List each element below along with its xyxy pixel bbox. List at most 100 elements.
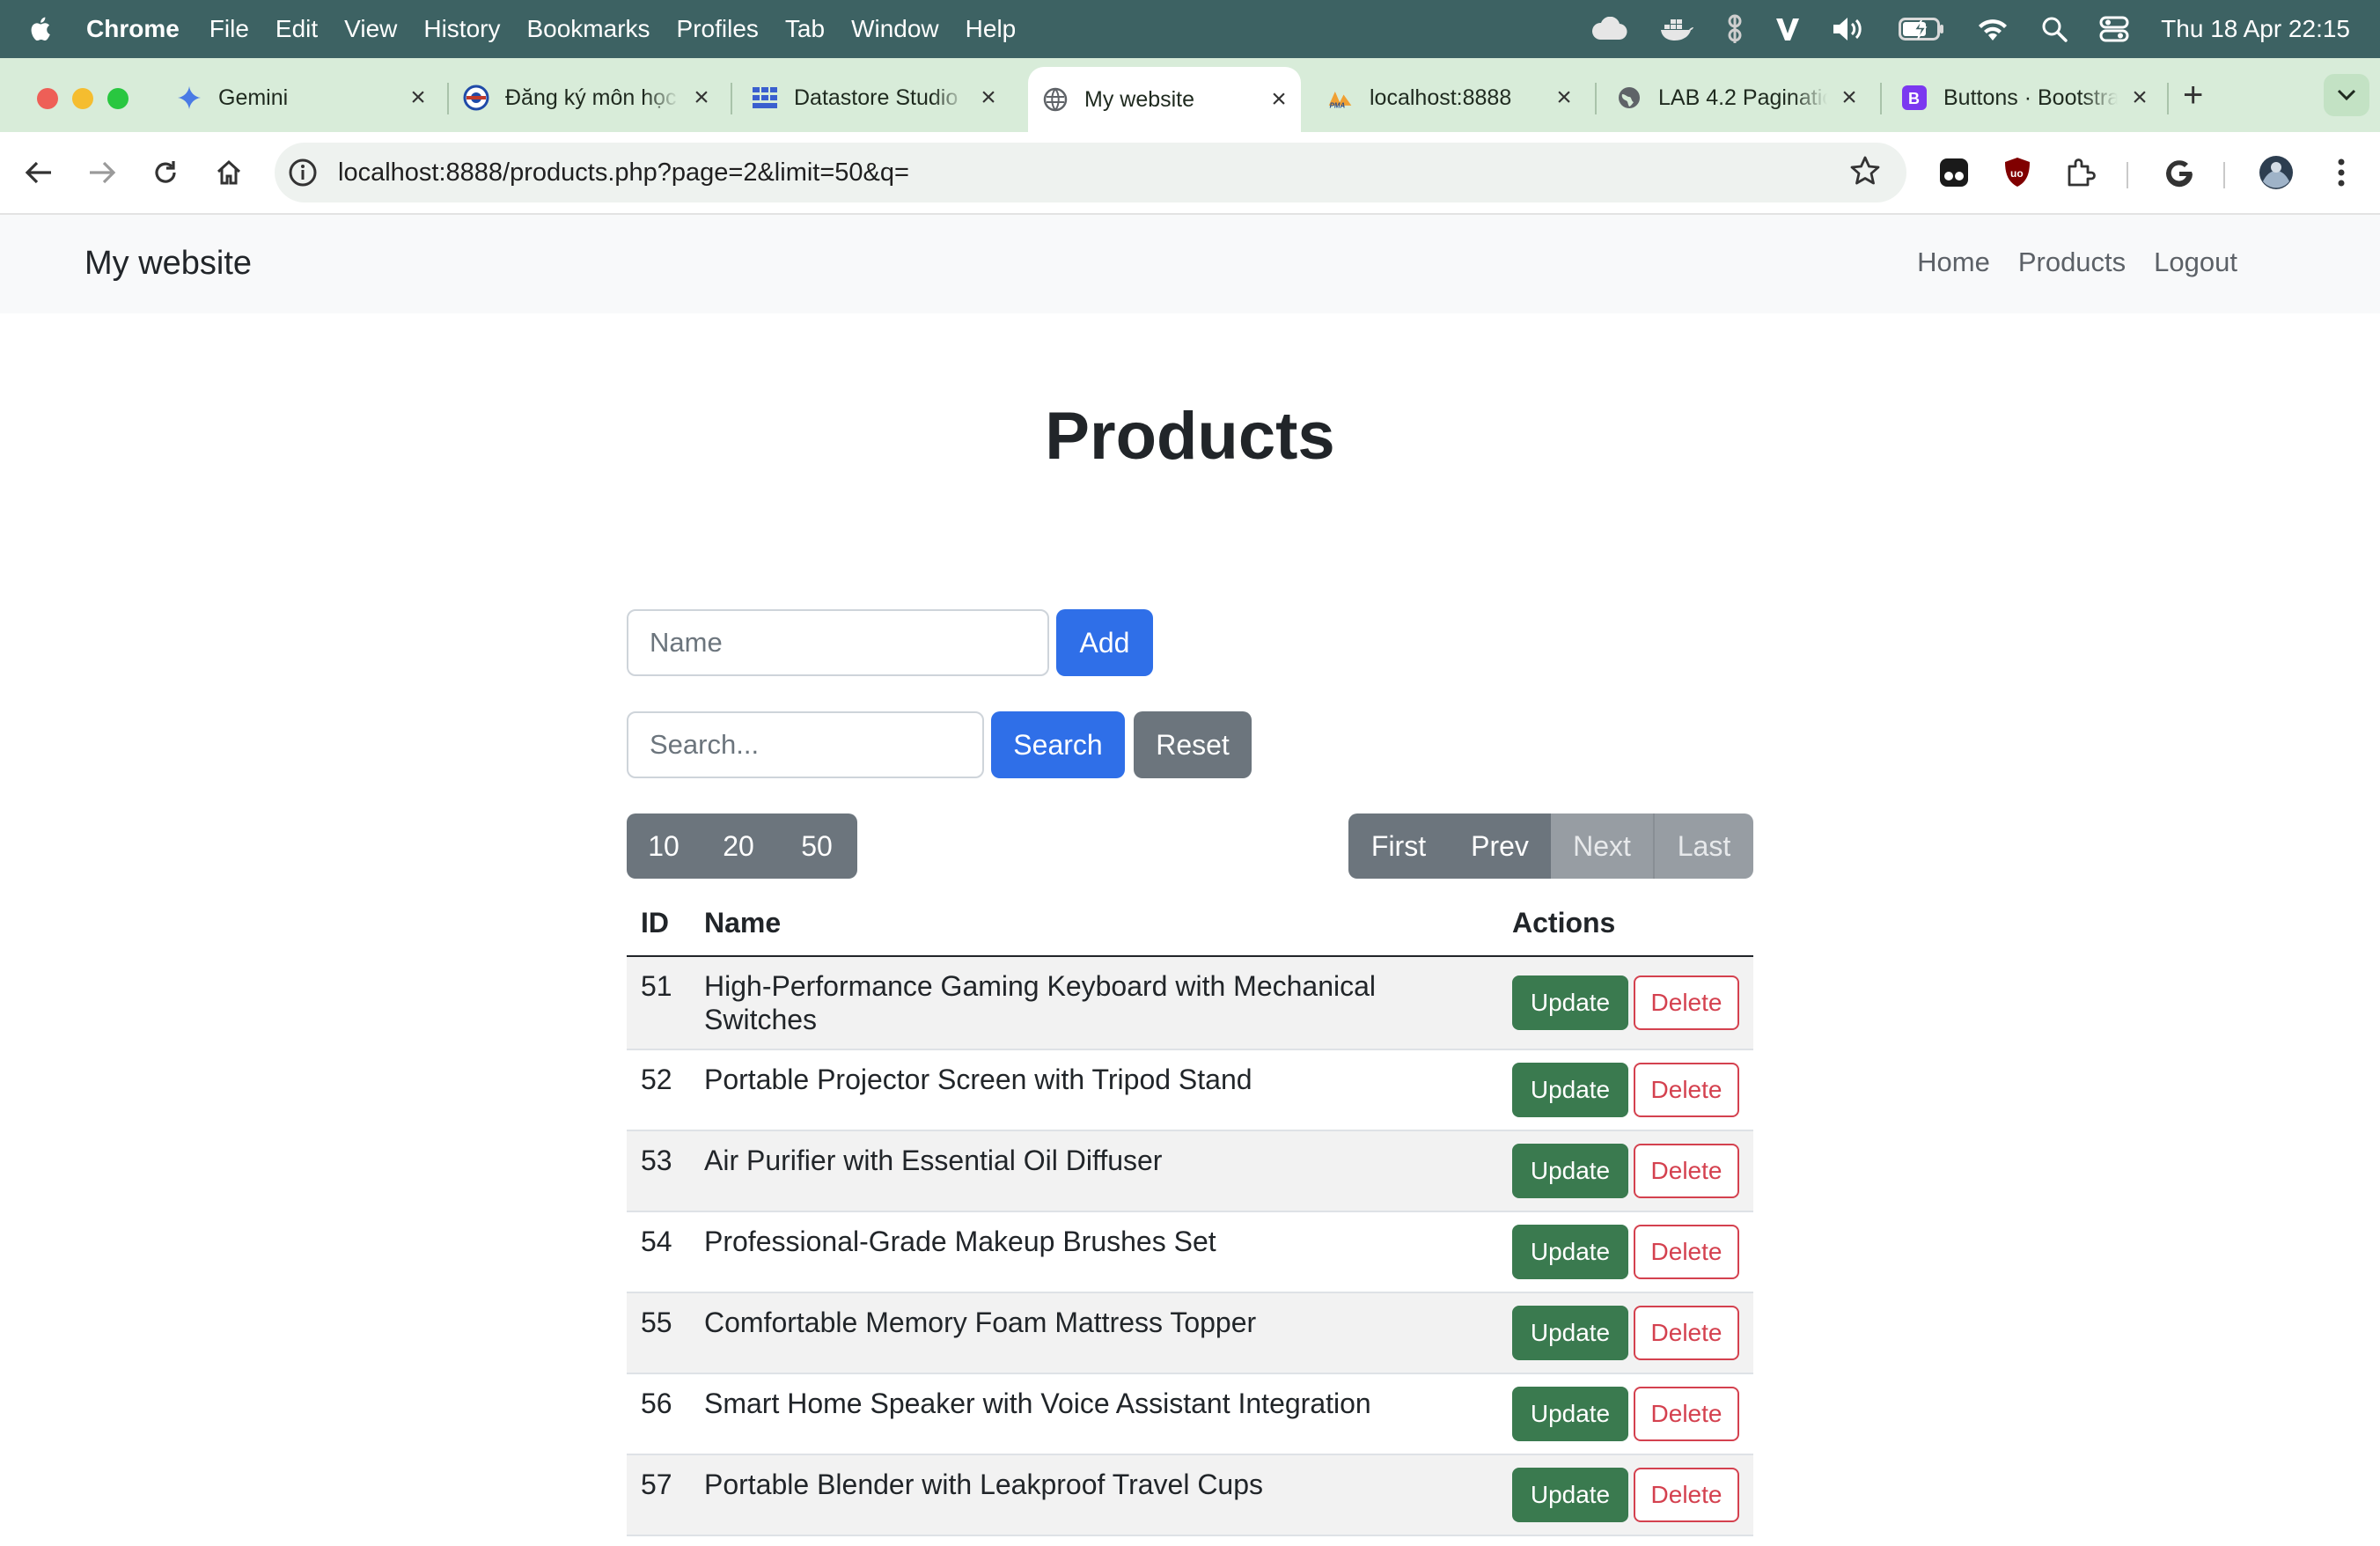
tab-course-registration[interactable]: Đăng ký môn học ×: [463, 72, 715, 123]
menu-edit[interactable]: Edit: [275, 15, 318, 43]
volume-icon[interactable]: [1832, 16, 1867, 42]
limit-50-button[interactable]: 50: [776, 813, 857, 879]
tab-close-icon[interactable]: ×: [405, 83, 431, 113]
reset-button[interactable]: Reset: [1134, 711, 1252, 778]
google-g-icon[interactable]: [2156, 150, 2202, 195]
tab-close-icon[interactable]: ×: [1551, 83, 1577, 113]
row-actions: Update Delete: [1498, 1211, 1753, 1293]
id-column-header: ID: [627, 891, 690, 957]
update-button[interactable]: Update: [1512, 1144, 1628, 1198]
product-name-input[interactable]: Name: [627, 609, 1049, 676]
tab-search-chevron-icon[interactable]: [2324, 74, 2369, 116]
pagination-group: First Prev Next Last: [1348, 813, 1753, 879]
nav-logout-link[interactable]: Logout: [2154, 247, 2237, 278]
delete-button[interactable]: Delete: [1634, 1225, 1739, 1279]
limit-10-button[interactable]: 10: [627, 813, 701, 879]
menu-window[interactable]: Window: [851, 15, 939, 43]
tab-close-icon[interactable]: ×: [975, 83, 1002, 113]
delete-button[interactable]: Delete: [1634, 1468, 1739, 1522]
tab-close-icon[interactable]: ×: [1836, 83, 1862, 113]
tab-gemini[interactable]: Gemini ×: [176, 72, 431, 123]
update-button[interactable]: Update: [1512, 1225, 1628, 1279]
spotlight-search-icon[interactable]: [2041, 16, 2068, 42]
reload-icon[interactable]: [144, 151, 187, 194]
update-button[interactable]: Update: [1512, 1387, 1628, 1441]
home-icon[interactable]: [208, 151, 250, 194]
menu-view[interactable]: View: [344, 15, 397, 43]
row-id: 51: [627, 956, 690, 1050]
bootstrap-icon: B: [1901, 85, 1928, 111]
tab-lab-pagination[interactable]: LAB 4.2 Pagination ×: [1616, 72, 1862, 123]
limit-20-button[interactable]: 20: [701, 813, 776, 879]
tab-close-icon[interactable]: ×: [1266, 85, 1292, 114]
row-name: High-Performance Gaming Keyboard with Me…: [690, 956, 1498, 1050]
forward-arrow-icon[interactable]: [81, 151, 123, 194]
profile-avatar[interactable]: [2253, 150, 2299, 195]
update-button[interactable]: Update: [1512, 1306, 1628, 1360]
next-page-button[interactable]: Next: [1551, 813, 1653, 879]
row-actions: Update Delete: [1498, 1130, 1753, 1212]
window-zoom-button[interactable]: [107, 88, 129, 109]
gramophone-icon[interactable]: [1726, 13, 1744, 45]
menu-history[interactable]: History: [423, 15, 500, 43]
update-button[interactable]: Update: [1512, 1468, 1628, 1522]
prev-page-button[interactable]: Prev: [1449, 813, 1551, 879]
nav-home-link[interactable]: Home: [1917, 247, 1990, 278]
wifi-icon[interactable]: [1976, 16, 2009, 42]
search-button[interactable]: Search: [991, 711, 1125, 778]
tab-bootstrap-buttons[interactable]: B Buttons · Bootstrap ×: [1901, 72, 2153, 123]
menu-bookmarks[interactable]: Bookmarks: [526, 15, 650, 43]
delete-button[interactable]: Delete: [1634, 975, 1739, 1030]
back-arrow-icon[interactable]: [18, 151, 60, 194]
menu-chrome[interactable]: Chrome: [86, 15, 180, 43]
docker-icon[interactable]: [1659, 16, 1694, 42]
tab-localhost-phpmyadmin[interactable]: PMA localhost:8888 ×: [1327, 72, 1577, 123]
bookmark-star-icon[interactable]: [1850, 156, 1880, 190]
menu-help[interactable]: Help: [966, 15, 1017, 43]
site-brand[interactable]: My website: [84, 245, 252, 283]
menu-file[interactable]: File: [209, 15, 249, 43]
row-id: 52: [627, 1049, 690, 1131]
address-bar[interactable]: localhost:8888/products.php?page=2&limit…: [275, 143, 1906, 202]
last-page-button[interactable]: Last: [1655, 813, 1753, 879]
row-name: Portable Blender with Leakproof Travel C…: [690, 1454, 1498, 1536]
tab-title: Buttons · Bootstrap: [1943, 85, 2118, 110]
apple-menu-icon[interactable]: [26, 14, 56, 44]
update-button[interactable]: Update: [1512, 1063, 1628, 1117]
update-button[interactable]: Update: [1512, 975, 1628, 1030]
site-info-icon[interactable]: [287, 157, 319, 188]
browser-toolbar: localhost:8888/products.php?page=2&limit…: [0, 132, 2380, 215]
address-bar-url[interactable]: localhost:8888/products.php?page=2&limit…: [338, 158, 909, 188]
tampermonkey-extension-icon[interactable]: [1931, 150, 1977, 195]
cloud-icon[interactable]: [1590, 17, 1627, 41]
vpn-v-icon[interactable]: [1775, 17, 1800, 41]
add-button[interactable]: Add: [1056, 609, 1153, 676]
phpmyadmin-icon: PMA: [1327, 85, 1354, 111]
tab-divider: [1595, 83, 1597, 114]
battery-icon[interactable]: [1899, 18, 1944, 40]
menu-profiles[interactable]: Profiles: [677, 15, 759, 43]
tab-my-website[interactable]: My website ×: [1028, 67, 1301, 132]
tab-close-icon[interactable]: ×: [688, 83, 715, 113]
window-minimize-button[interactable]: [72, 88, 93, 109]
products-table: ID Name Actions 51 High-Performance Gami…: [627, 891, 1753, 1536]
extensions-puzzle-icon[interactable]: [2058, 150, 2104, 195]
menubar-clock[interactable]: Thu 18 Apr 22:15: [2161, 15, 2350, 43]
table-row: 51 High-Performance Gaming Keyboard with…: [627, 956, 1753, 1050]
control-center-icon[interactable]: [2099, 16, 2129, 42]
delete-button[interactable]: Delete: [1634, 1063, 1739, 1117]
row-actions: Update Delete: [1498, 956, 1753, 1050]
tab-close-icon[interactable]: ×: [2127, 83, 2153, 113]
nav-products-link[interactable]: Products: [2018, 247, 2126, 278]
new-tab-plus-icon[interactable]: +: [2183, 76, 2203, 115]
search-input[interactable]: Search...: [627, 711, 984, 778]
window-close-button[interactable]: [37, 88, 58, 109]
delete-button[interactable]: Delete: [1634, 1306, 1739, 1360]
more-vertical-icon[interactable]: [2318, 150, 2364, 195]
delete-button[interactable]: Delete: [1634, 1387, 1739, 1441]
delete-button[interactable]: Delete: [1634, 1144, 1739, 1198]
ublock-origin-shield-icon[interactable]: uo: [1994, 150, 2040, 195]
tab-datastore-studio[interactable]: Datastore Studio ×: [752, 72, 1002, 123]
first-page-button[interactable]: First: [1348, 813, 1449, 879]
menu-tab[interactable]: Tab: [785, 15, 825, 43]
